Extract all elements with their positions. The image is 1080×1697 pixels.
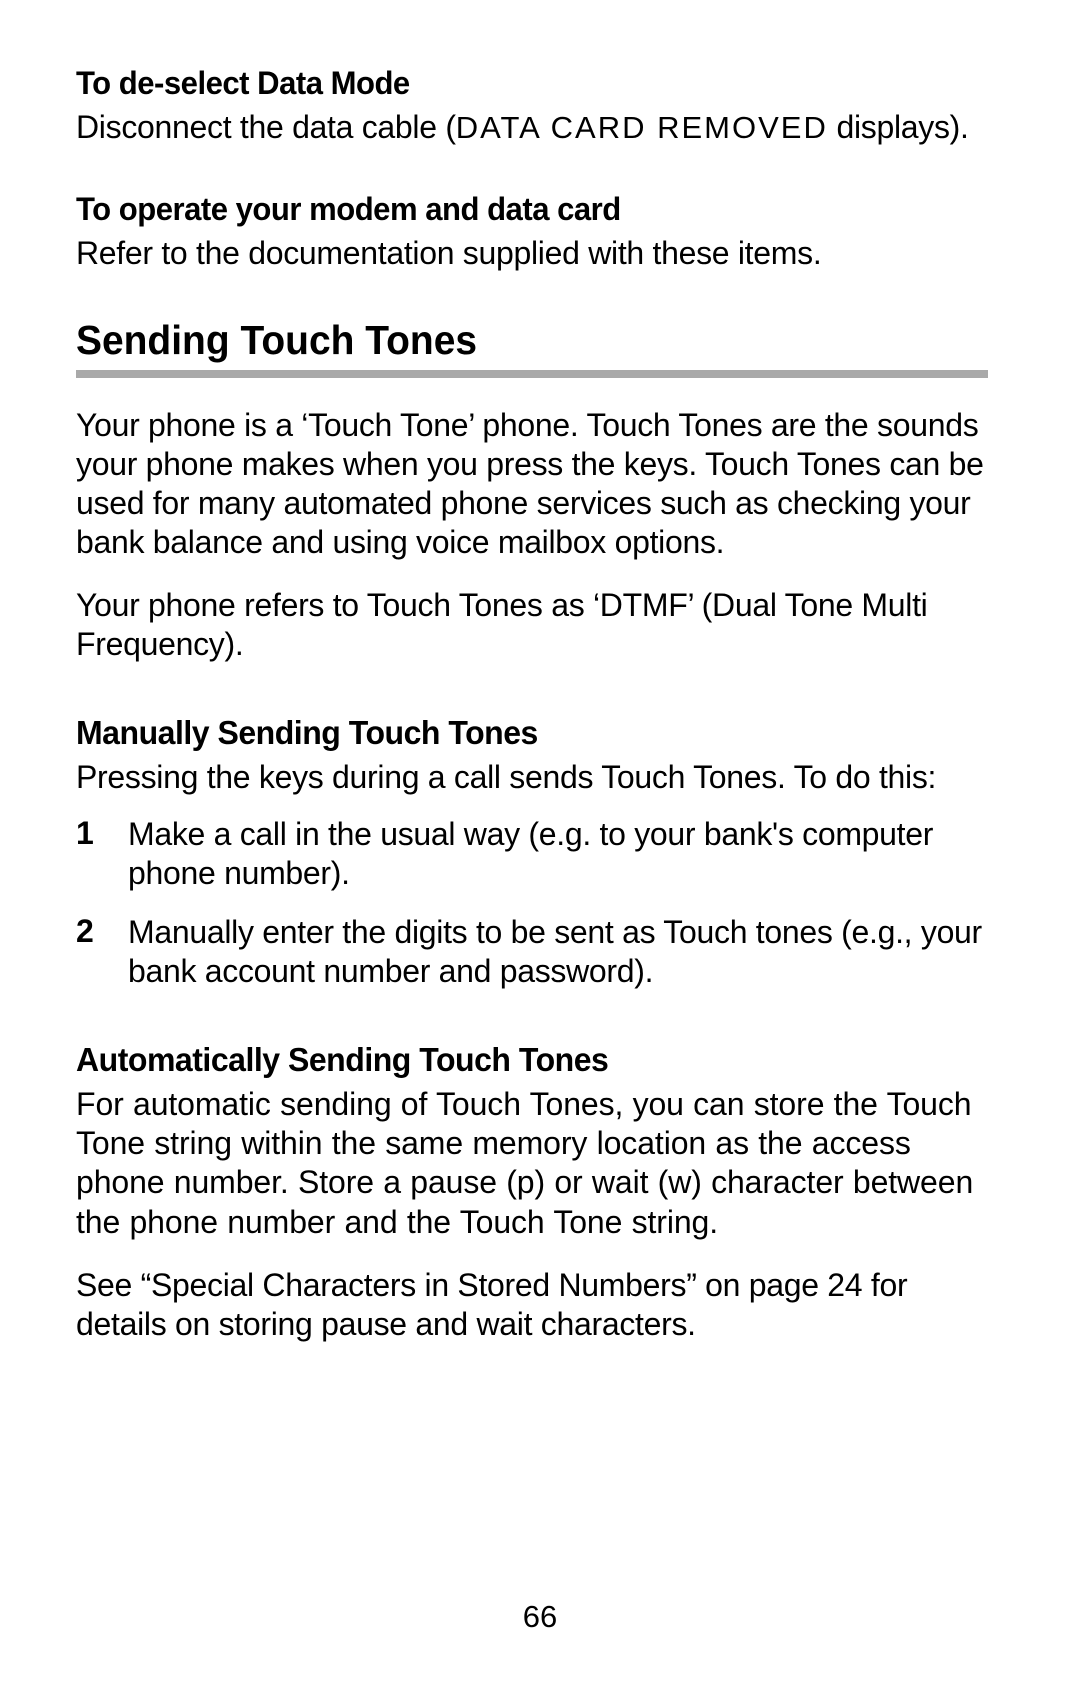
text-pre: Disconnect the data cable ( (76, 109, 456, 145)
text-post: displays). (828, 109, 969, 145)
step-number: 1 (76, 815, 128, 893)
body-text: Refer to the documentation supplied with… (76, 234, 1000, 273)
step-text: Manually enter the digits to be sent as … (128, 913, 1000, 991)
page-number: 66 (0, 1599, 1080, 1635)
body-text: Pressing the keys during a call sends To… (76, 758, 1000, 797)
ordered-steps: 1 Make a call in the usual way (e.g. to … (76, 815, 1000, 991)
paragraph: See “Special Characters in Stored Number… (76, 1266, 1000, 1344)
paragraph: For automatic sending of Touch Tones, yo… (76, 1085, 1000, 1241)
list-item: 2 Manually enter the digits to be sent a… (76, 913, 1000, 991)
subheading: Manually Sending Touch Tones (76, 714, 972, 752)
body-text: Disconnect the data cable (DATA CARD REM… (76, 108, 1000, 147)
heading-underline (76, 370, 988, 378)
display-message-text: DATA CARD REMOVED (456, 110, 828, 145)
subheading: To de-select Data Mode (76, 65, 972, 102)
section-operate-modem: To operate your modem and data card Refe… (76, 191, 1000, 273)
step-number: 2 (76, 913, 128, 991)
section-heading: Sending Touch Tones (76, 317, 954, 364)
list-item: 1 Make a call in the usual way (e.g. to … (76, 815, 1000, 893)
subheading: Automatically Sending Touch Tones (76, 1041, 972, 1079)
section-deselect-data-mode: To de-select Data Mode Disconnect the da… (76, 65, 1000, 147)
document-page: To de-select Data Mode Disconnect the da… (0, 0, 1080, 1344)
paragraph: Your phone refers to Touch Tones as ‘DTM… (76, 586, 1000, 664)
subheading: To operate your modem and data card (76, 191, 972, 228)
step-text: Make a call in the usual way (e.g. to yo… (128, 815, 1000, 893)
paragraph: Your phone is a ‘Touch Tone’ phone. Touc… (76, 406, 1000, 562)
